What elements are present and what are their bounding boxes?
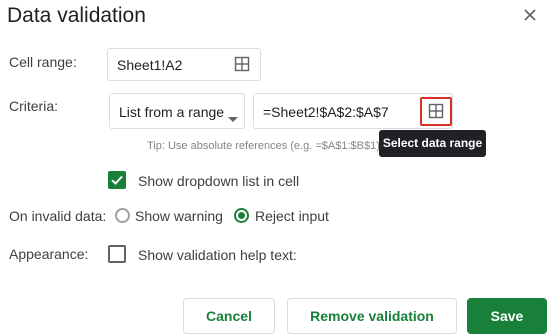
- reject-input-label: Reject input: [255, 208, 329, 224]
- save-button[interactable]: Save: [467, 298, 547, 334]
- show-dropdown-label: Show dropdown list in cell: [138, 173, 300, 189]
- criteria-range-value: =Sheet2!$A$2:$A$7: [263, 104, 389, 120]
- criteria-tip: Tip: Use absolute references (e.g. =$A$1…: [147, 140, 380, 152]
- show-help-text-label: Show validation help text:: [138, 247, 297, 263]
- select-data-range-button[interactable]: [420, 97, 452, 126]
- show-help-text-checkbox[interactable]: [108, 245, 126, 263]
- select-data-range-tooltip: Select data range: [379, 130, 486, 157]
- criteria-label: Criteria:: [9, 98, 59, 114]
- remove-validation-button[interactable]: Remove validation: [287, 298, 457, 334]
- grid-select-icon: [428, 103, 444, 119]
- cell-range-value: Sheet1!A2: [117, 57, 183, 73]
- close-icon[interactable]: [520, 5, 540, 25]
- cell-range-input[interactable]: Sheet1!A2: [107, 48, 261, 81]
- appearance-label: Appearance:: [9, 246, 89, 262]
- chevron-down-icon: [228, 110, 238, 128]
- criteria-dropdown[interactable]: List from a range: [109, 93, 245, 129]
- checkmark-icon: [111, 175, 123, 185]
- radio-reject-input[interactable]: [234, 208, 249, 223]
- show-dropdown-checkbox[interactable]: [108, 171, 126, 189]
- cell-range-label: Cell range:: [9, 54, 77, 70]
- dialog-title: Data validation: [7, 4, 146, 27]
- grid-select-icon[interactable]: [234, 56, 250, 72]
- show-warning-label: Show warning: [135, 208, 223, 224]
- radio-show-warning[interactable]: [115, 208, 130, 223]
- criteria-dropdown-value: List from a range: [119, 104, 225, 120]
- cancel-button[interactable]: Cancel: [183, 298, 275, 334]
- invalid-data-label: On invalid data:: [9, 208, 107, 224]
